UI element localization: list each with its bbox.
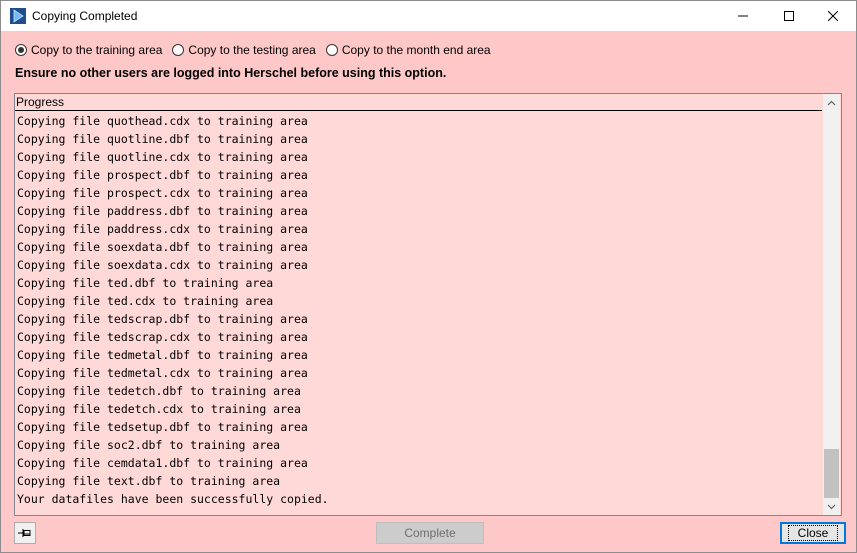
list-item: Copying file tedetch.cdx to training are… <box>17 402 301 416</box>
warning-message: Ensure no other users are logged into He… <box>15 66 447 80</box>
list-item: Copying file tedscrap.cdx to training ar… <box>17 330 308 344</box>
radio-month-end-label: Copy to the month end area <box>341 43 491 57</box>
list-item: Copying file prospect.dbf to training ar… <box>17 168 308 182</box>
list-item: Copying file soexdata.dbf to training ar… <box>17 240 308 254</box>
list-item: Copying file quotline.dbf to training ar… <box>17 132 308 146</box>
window-title: Copying Completed <box>32 9 138 23</box>
play-icon <box>10 8 26 24</box>
minimize-button[interactable] <box>720 1 766 31</box>
radio-month-end-circle[interactable] <box>325 44 338 56</box>
pin-button[interactable] <box>14 522 36 544</box>
list-item: Copying file quothead.cdx to training ar… <box>17 114 308 128</box>
close-button-label: Close <box>787 525 839 541</box>
list-item: Copying file paddress.cdx to training ar… <box>17 222 308 236</box>
close-button[interactable]: Close <box>780 522 846 544</box>
list-item: Copying file paddress.dbf to training ar… <box>17 204 308 218</box>
list-item: Copying file cemdata1.dbf to training ar… <box>17 456 308 470</box>
list-item: Copying file quotline.cdx to training ar… <box>17 150 308 164</box>
scroll-down-button[interactable] <box>823 498 840 515</box>
complete-button[interactable]: Complete <box>376 522 484 544</box>
radio-month-end[interactable]: Copy to the month end area <box>325 43 491 57</box>
close-icon <box>828 11 838 21</box>
maximize-button[interactable] <box>766 1 812 31</box>
chevron-down-icon <box>827 504 836 509</box>
list-item: Copying file tedmetal.dbf to training ar… <box>17 348 308 362</box>
list-item: Copying file tedsetup.dbf to training ar… <box>17 420 308 434</box>
list-item: Copying file tedetch.dbf to training are… <box>17 384 301 398</box>
progress-header-label: Progress <box>16 95 65 109</box>
radio-testing-circle[interactable] <box>172 44 185 56</box>
radio-testing-label: Copy to the testing area <box>188 43 316 57</box>
radio-training-label: Copy to the training area <box>31 43 163 57</box>
list-item: Copying file tedmetal.cdx to training ar… <box>17 366 308 380</box>
radio-training[interactable]: Copy to the training area <box>15 43 162 57</box>
maximize-icon <box>784 11 794 21</box>
scroll-up-button[interactable] <box>823 94 840 111</box>
title-bar[interactable]: Copying Completed <box>1 1 856 31</box>
list-item: Copying file ted.dbf to training area <box>17 276 274 290</box>
list-item: Copying file text.dbf to training area <box>17 474 281 488</box>
copy-target-group: Copy to the training area Copy to the te… <box>15 42 501 58</box>
close-window-button[interactable] <box>810 1 856 31</box>
minimize-icon <box>738 15 748 17</box>
list-item: Copying file prospect.cdx to training ar… <box>17 186 308 200</box>
scroll-thumb[interactable] <box>824 449 839 498</box>
pin-icon <box>18 529 31 537</box>
list-item: Copying file tedscrap.dbf to training ar… <box>17 312 308 326</box>
list-item: Copying file soexdata.cdx to training ar… <box>17 258 308 272</box>
progress-lines: Copying file quothead.cdx to training ar… <box>17 112 822 508</box>
radio-testing[interactable]: Copy to the testing area <box>172 43 316 57</box>
vertical-scrollbar[interactable] <box>823 94 840 515</box>
chevron-up-icon <box>827 100 836 105</box>
list-item: Copying file soc2.dbf to training area <box>17 438 281 452</box>
radio-training-circle[interactable] <box>15 44 27 56</box>
copying-dialog: Copying Completed Copy to the training a… <box>0 0 857 553</box>
list-item: Your datafiles have been successfully co… <box>17 492 329 506</box>
progress-list[interactable]: Progress Copying file quothead.cdx to tr… <box>14 93 842 516</box>
list-item: Copying file ted.cdx to training area <box>17 294 274 308</box>
progress-column-header[interactable]: Progress <box>15 94 822 111</box>
